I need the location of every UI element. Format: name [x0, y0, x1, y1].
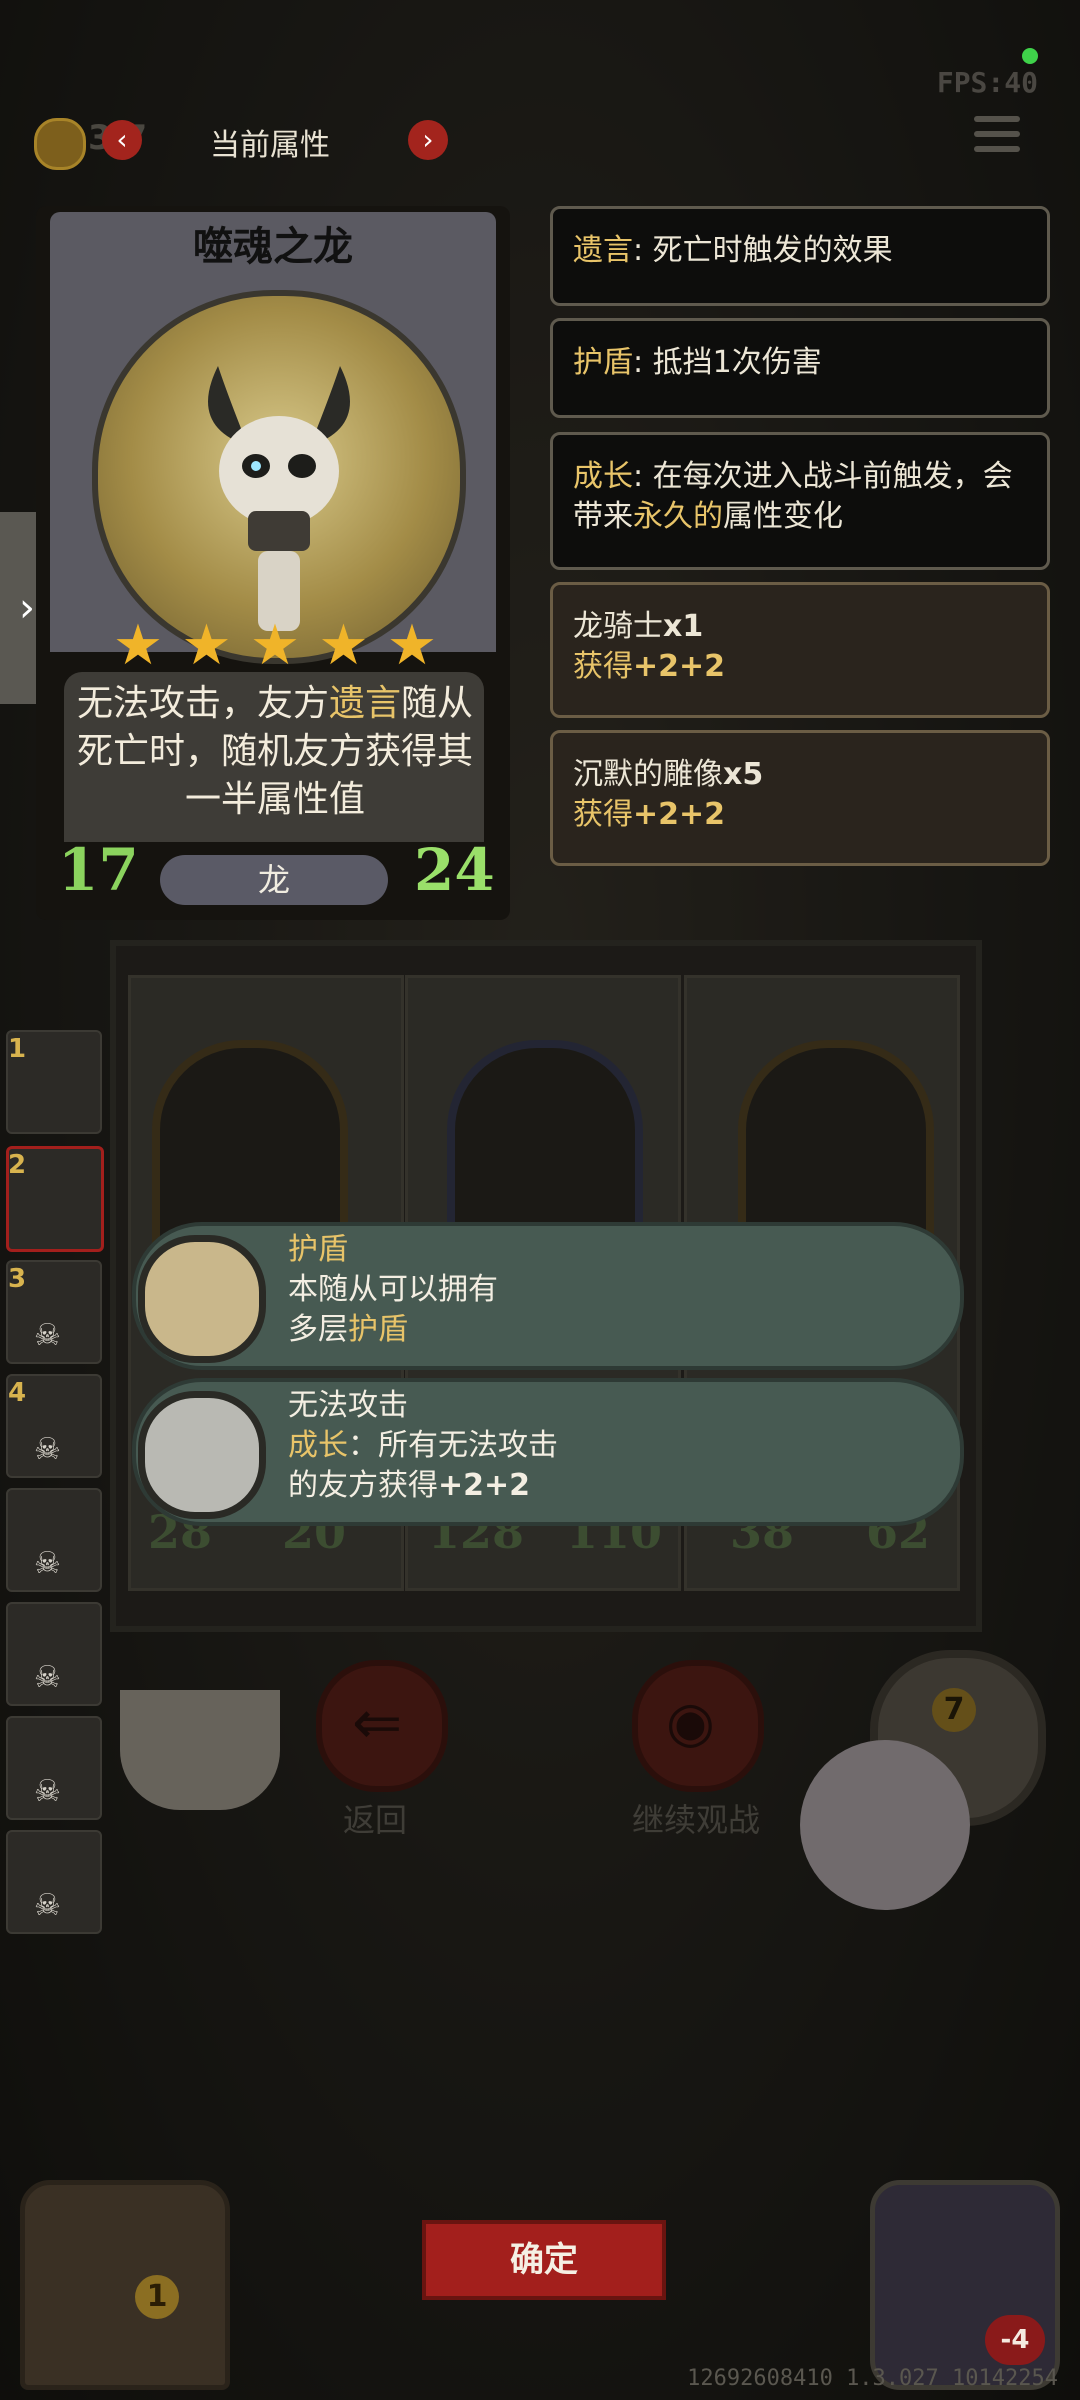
keyword-title: 遗言	[573, 233, 633, 268]
fps-counter: FPS:40	[936, 66, 1038, 99]
cannot-attack-tooltip-text: 无法攻击 成长：所有无法攻击 的友方获得+2+2	[288, 1386, 558, 1506]
network-status-icon	[1022, 48, 1038, 64]
tooltip-line: 多层	[288, 1312, 348, 1347]
lineup-number: 2	[8, 1150, 27, 1180]
dragon-skull-portrait	[92, 290, 466, 664]
buff-source-dragon-knight: 龙骑士x1 获得+2+2	[550, 582, 1050, 718]
treasure-chest-icon[interactable]: 1	[20, 2180, 230, 2390]
chest-count: 1	[135, 2275, 179, 2319]
next-button[interactable]: ›	[408, 120, 448, 160]
health-value: 24	[414, 836, 495, 904]
build-id: 12692608410 1.3.027 10142254	[687, 2366, 1058, 2391]
shield-tooltip-icon	[138, 1235, 266, 1363]
card-name: 噬魂之龙	[193, 224, 353, 270]
attack-value: 17	[58, 836, 139, 904]
gold-coin-icon	[34, 118, 86, 170]
page-title: 当前属性	[210, 128, 330, 163]
skull-icon: ☠	[34, 1888, 61, 1923]
buff-gain-label: 获得	[573, 797, 633, 832]
star-rating: ★ ★ ★ ★ ★	[110, 618, 440, 676]
keyword-text: 属性变化	[723, 499, 843, 534]
tooltip-line: 的友方获得	[288, 1468, 438, 1503]
tooltip-keyword: 成长	[288, 1428, 348, 1463]
keyword-growth: 成长: 在每次进入战斗前触发，会带来永久的属性变化	[550, 432, 1050, 570]
dragon-skull-icon	[208, 366, 350, 631]
keyword-highlight: 永久的	[633, 499, 723, 534]
hero-hp-badge: -4	[985, 2315, 1045, 2365]
prev-button[interactable]: ‹	[102, 120, 142, 160]
lineup-number: 1	[8, 1034, 27, 1064]
star-icon: ★	[318, 613, 369, 678]
desc-keyword: 遗言	[328, 683, 401, 724]
hero-portrait[interactable]: -4	[870, 2180, 1060, 2390]
chevron-right-icon: ›	[422, 123, 434, 156]
card-description: 无法攻击，友方遗言随从死亡时，随机友方获得其一半属性值	[70, 680, 480, 824]
keyword-text: : 抵挡1次伤害	[633, 345, 822, 380]
tooltip-line: 本随从可以拥有	[288, 1272, 498, 1307]
star-icon: ★	[112, 613, 164, 678]
buff-count: x1	[663, 609, 704, 644]
hooded-figure-icon	[138, 1391, 266, 1519]
tooltip-keyword: 护盾	[348, 1312, 408, 1347]
keyword-text: : 死亡时触发的效果	[633, 233, 893, 268]
keyword-title: 成长	[573, 459, 633, 494]
tooltip-title: 护盾	[288, 1232, 348, 1267]
star-icon: ★	[181, 613, 232, 678]
chevron-right-icon: ›	[19, 585, 35, 631]
buff-gain: +2+2	[633, 649, 726, 684]
buff-gain: +2+2	[633, 797, 726, 832]
keyword-shield: 护盾: 抵挡1次伤害	[550, 318, 1050, 418]
skull-icon: ☠	[34, 1546, 61, 1581]
buff-name: 沉默的雕像	[573, 757, 723, 792]
keyword-deathrattle: 遗言: 死亡时触发的效果	[550, 206, 1050, 306]
skull-icon: ☠	[34, 1432, 61, 1467]
lineup-number: 3	[8, 1264, 27, 1294]
star-icon: ★	[249, 613, 301, 678]
shield-tooltip-text: 护盾 本随从可以拥有 多层护盾	[288, 1230, 498, 1350]
tooltip-line: ：所有无法攻击	[348, 1428, 558, 1463]
desc-text: 无法攻击，友方	[76, 683, 329, 724]
tooltip-value: +2+2	[438, 1468, 531, 1503]
tribe-label: 龙	[160, 855, 388, 905]
tooltip-title: 无法攻击	[288, 1388, 408, 1423]
star-icon: ★	[386, 613, 438, 678]
skull-icon: ☠	[34, 1660, 61, 1695]
skull-icon: ☠	[34, 1318, 61, 1353]
menu-icon[interactable]	[974, 116, 1020, 156]
skull-icon: ☠	[34, 1774, 61, 1809]
buff-name: 龙骑士	[573, 609, 663, 644]
confirm-button[interactable]: 确定	[422, 2220, 666, 2300]
buff-gain-label: 获得	[573, 649, 633, 684]
chevron-left-icon: ‹	[116, 123, 128, 156]
buff-count: x5	[723, 757, 764, 792]
keyword-title: 护盾	[573, 345, 633, 380]
buff-source-silent-statue: 沉默的雕像x5 获得+2+2	[550, 730, 1050, 866]
lineup-number: 4	[8, 1378, 27, 1408]
